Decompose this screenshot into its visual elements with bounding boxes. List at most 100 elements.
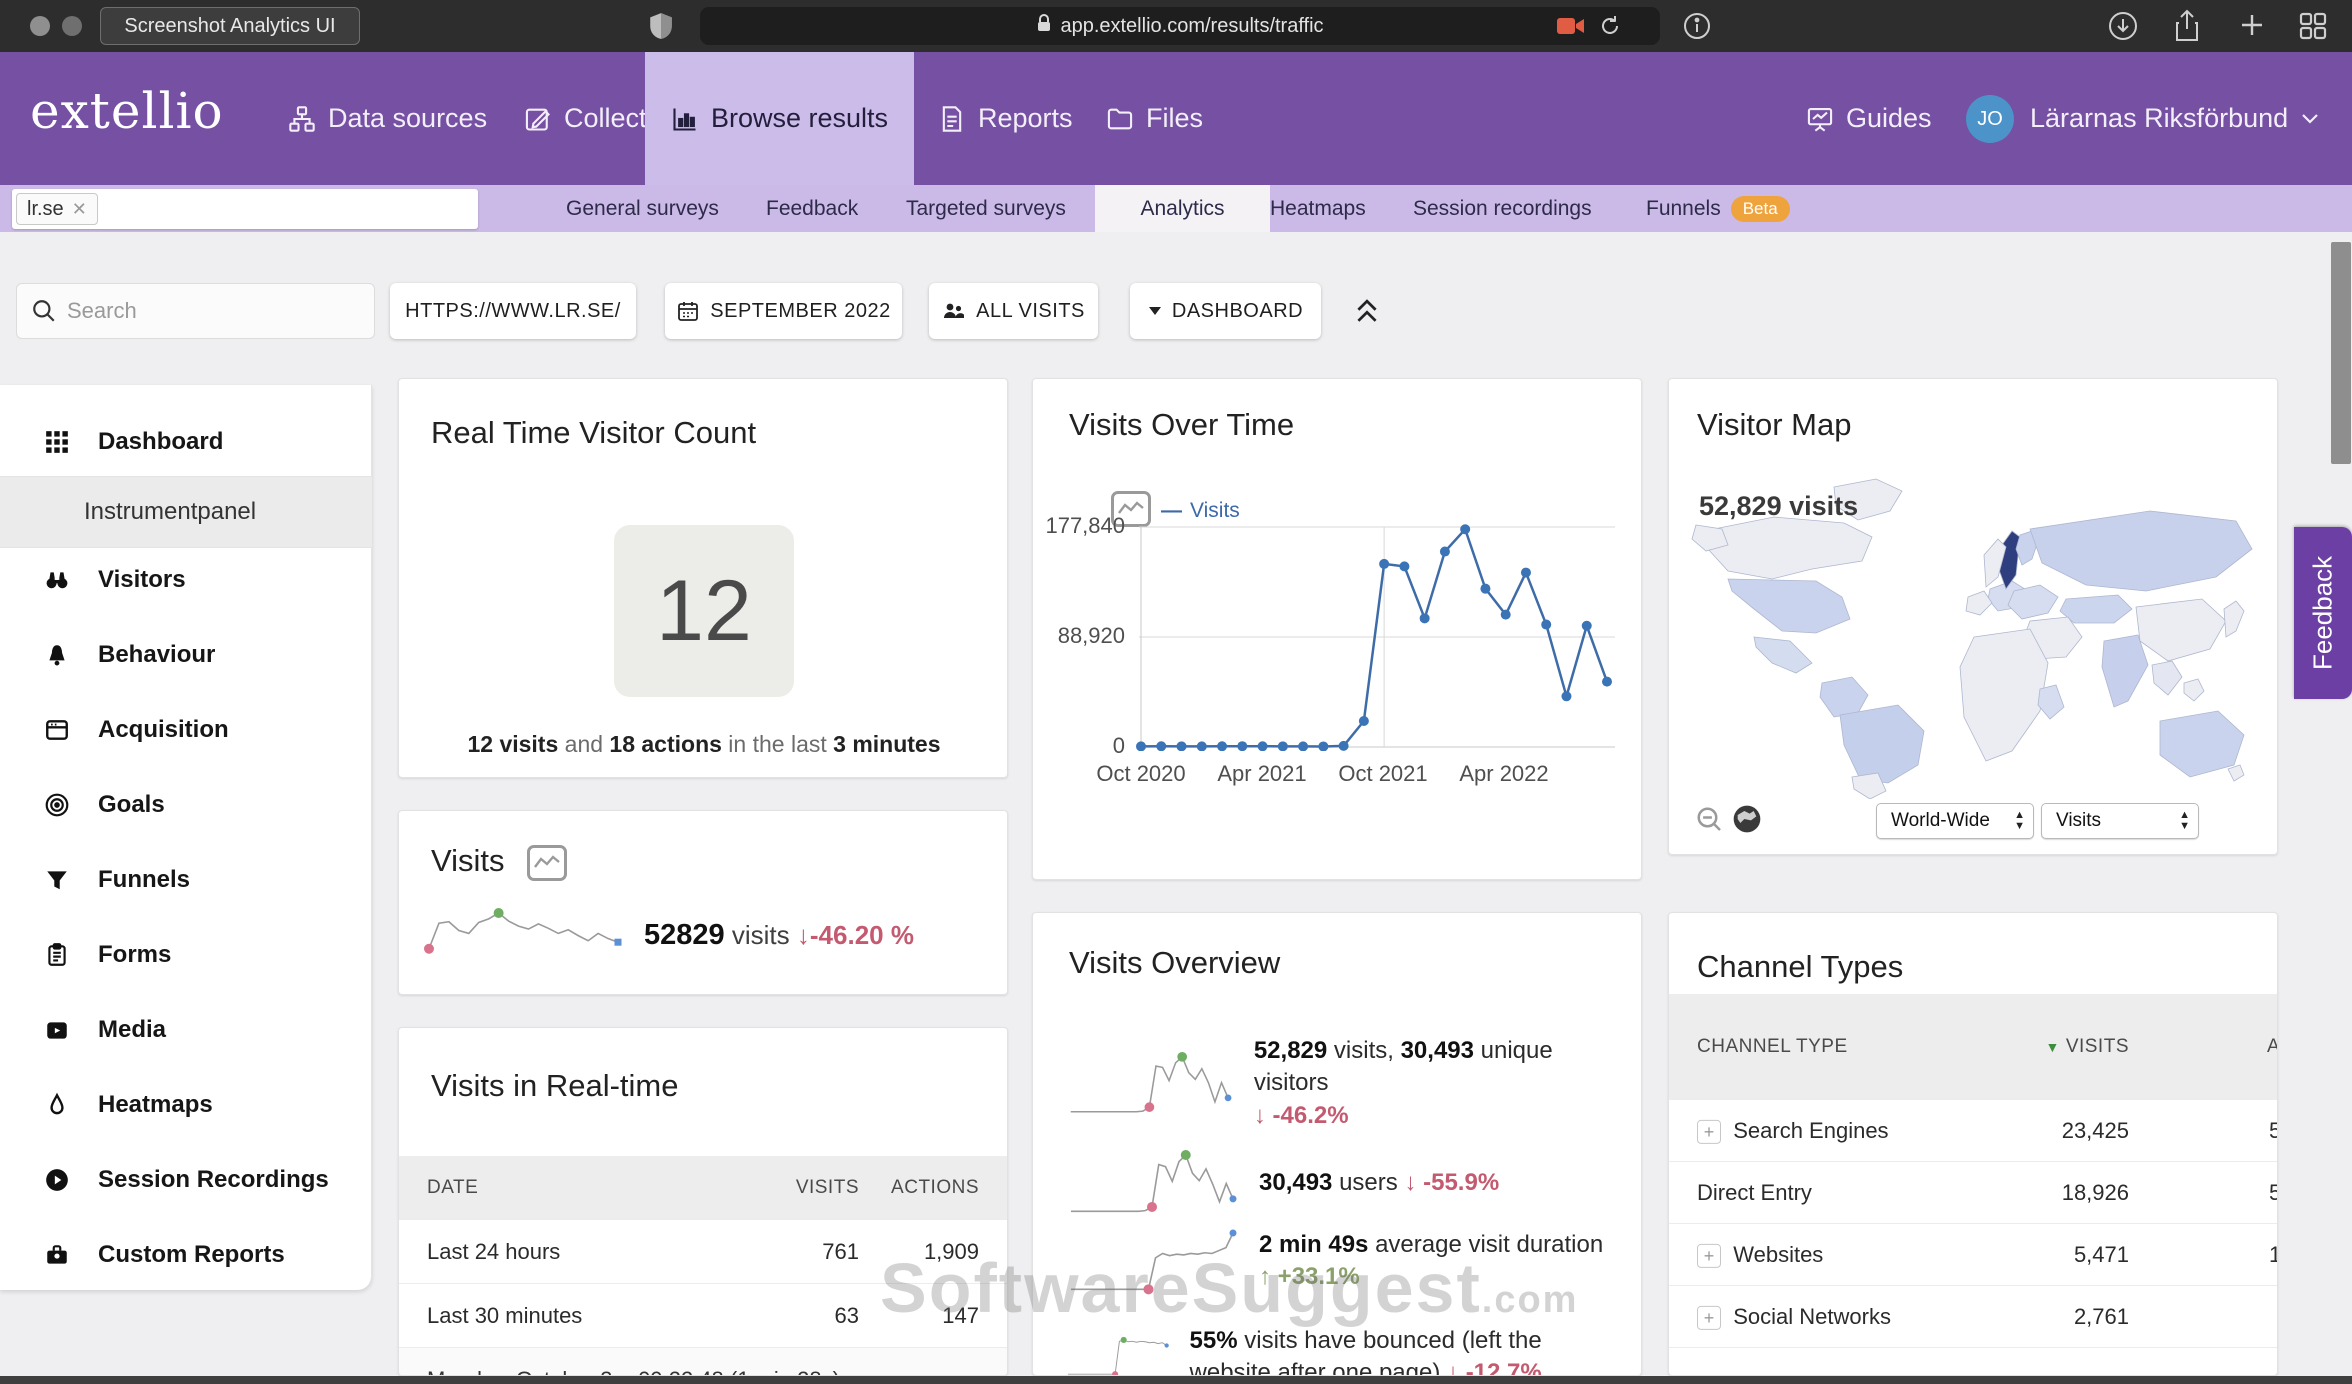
sidebar-item-custom-reports[interactable]: Custom Reports [0,1226,372,1284]
x-tick-label: Apr 2022 [1444,761,1564,787]
feedback-button[interactable]: Feedback [2294,527,2352,699]
search-input[interactable] [67,298,347,324]
tab-heatmaps[interactable]: Heatmaps [1252,185,1384,232]
reload-icon[interactable] [1598,14,1622,44]
segment-selector-button[interactable]: ALL VISITS [929,283,1098,339]
sidebar-item-instrumentpanel[interactable]: Instrumentpanel [0,476,372,548]
url-text: app.extellio.com/results/traffic [1060,15,1323,38]
map-metric-select[interactable]: Visits ▲▼ [2041,803,2199,839]
visits-summary: 52829 visits ↓-46.20 % [644,919,914,952]
sidebar-item-session-recordings[interactable]: Session Recordings [0,1151,372,1209]
window-control-dot[interactable] [30,16,50,36]
sidebar-item-acquisition[interactable]: Acquisition [0,701,372,759]
people-icon [942,299,966,323]
window-icon [44,717,70,743]
camera-icon[interactable] [1557,16,1585,42]
overview-row: 52,829 visits, 30,493 unique visitors ↓ … [1063,1035,1623,1132]
zoom-out-icon[interactable] [1695,805,1725,840]
period-selector-button[interactable]: SEPTEMBER 2022 [665,283,902,339]
expand-icon[interactable]: + [1697,1244,1721,1268]
collapse-icon[interactable] [1352,295,1382,332]
filter-chip[interactable]: lr.se ✕ [16,193,98,225]
account-menu[interactable]: Lärarnas Riksförbund [2030,52,2320,185]
nav-item-data-sources[interactable]: Data sources [262,52,513,185]
table-row[interactable]: Direct Entry 18,926 5 [1669,1161,2277,1223]
url-bar[interactable]: app.extellio.com/results/traffic [700,7,1660,45]
sidebar-item-forms[interactable]: Forms [0,926,372,984]
map-region-select[interactable]: World-Wide ▲▼ [1876,803,2034,839]
realtime-count-card: Real Time Visitor Count 12 12 visits and… [398,378,1008,778]
tab-targeted-surveys[interactable]: Targeted surveys [888,185,1084,232]
expand-icon[interactable]: + [1697,1306,1721,1330]
tab-overview-icon[interactable] [2298,11,2328,46]
avatar[interactable]: JO [1966,95,2014,143]
visits-card: Visits 52829 visits ↓-46.20 % [398,810,1008,995]
window-control-dot[interactable] [62,16,82,36]
chip-close-icon[interactable]: ✕ [72,199,87,220]
select-arrows-icon: ▲▼ [2179,810,2190,832]
overview-sparkline [1063,1042,1236,1126]
shield-icon[interactable] [648,12,674,45]
play-circle-icon [44,1167,70,1193]
nav-item-reports[interactable]: Reports [912,52,1099,185]
browser-tab-title: Screenshot Analytics UI [124,15,335,37]
realtime-count-summary: 12 visits and 18 actions in the last 3 m… [399,731,1008,758]
bell-icon [44,642,70,668]
table-header: DATE VISITS ACTIONS [399,1156,1007,1219]
channel-types-card: Channel Types CHANNEL TYPE ▼VISITS ACTIO… [1668,912,2278,1376]
scrollbar-thumb[interactable] [2331,242,2351,464]
tab-analytics[interactable]: Analytics [1095,185,1270,232]
sidebar-item-dashboard[interactable]: Dashboard [0,413,372,471]
table-footer-row: Monday, October 3, - 09:22:48 (1 min 28s… [399,1347,1007,1376]
new-tab-icon[interactable] [2238,11,2266,44]
x-tick-label: Apr 2021 [1202,761,1322,787]
visits-sparkline [421,899,626,977]
binoculars-icon [44,567,70,593]
search-box[interactable] [16,283,375,339]
sidebar: Dashboard Instrumentpanel Visitors Behav… [0,385,372,1290]
visits-over-time-card: Visits Over Time —Visits 177,840 88,920 … [1032,378,1642,880]
site-filter-box[interactable]: lr.se ✕ [12,189,478,229]
folder-icon [1106,105,1134,133]
y-tick-label: 177,840 [1035,513,1125,539]
x-tick-label: Oct 2021 [1323,761,1443,787]
sidebar-item-visitors[interactable]: Visitors [0,551,372,609]
info-icon[interactable] [1683,12,1711,45]
sidebar-item-behaviour[interactable]: Behaviour [0,626,372,684]
sidebar-item-goals[interactable]: Goals [0,776,372,834]
card-title: Visits [431,843,567,881]
table-row[interactable]: + Search Engines 23,425 5 [1669,1099,2277,1161]
overview-row: 30,493 users ↓ -55.9% [1063,1141,1623,1225]
logo[interactable]: extellio [30,82,224,140]
download-icon[interactable] [2108,11,2138,46]
line-chart [1131,517,1615,751]
target-icon [44,792,70,818]
share-icon[interactable] [2172,9,2202,48]
nav-item-browse-results[interactable]: Browse results [645,52,914,185]
sidebar-item-media[interactable]: Media [0,1001,372,1059]
chart-image-icon[interactable] [527,845,567,881]
sidebar-item-heatmaps[interactable]: Heatmaps [0,1076,372,1134]
tab-general-surveys[interactable]: General surveys [548,185,737,232]
overview-sparkline [1063,1141,1241,1225]
card-title: Visits Overview [1069,945,1280,981]
browser-tab[interactable]: Screenshot Analytics UI [100,7,360,45]
nav-item-files[interactable]: Files [1080,52,1229,185]
table-row [1669,1347,2277,1376]
tab-session-recordings[interactable]: Session recordings [1395,185,1610,232]
sitemap-icon [288,105,316,133]
tab-feedback[interactable]: Feedback [748,185,876,232]
tab-funnels[interactable]: Funnels Beta [1628,185,1808,232]
sort-desc-icon[interactable]: ▼ [2045,1039,2059,1055]
table-row[interactable]: + Websites 5,471 1 [1669,1223,2277,1285]
site-selector-button[interactable]: HTTPS://WWW.LR.SE/ [390,283,636,339]
dashboard-selector-button[interactable]: DASHBOARD [1130,283,1321,339]
visitor-map-card: Visitor Map 52,829 visits [1668,378,2278,855]
sidebar-item-funnels[interactable]: Funnels [0,851,372,909]
expand-icon[interactable]: + [1697,1120,1721,1144]
table-row[interactable]: + Social Networks 2,761 [1669,1285,2277,1347]
nav-guides[interactable]: Guides [1780,52,1958,185]
globe-icon[interactable] [1731,803,1763,840]
calendar-icon [676,299,700,323]
account-name: Lärarnas Riksförbund [2030,103,2288,134]
